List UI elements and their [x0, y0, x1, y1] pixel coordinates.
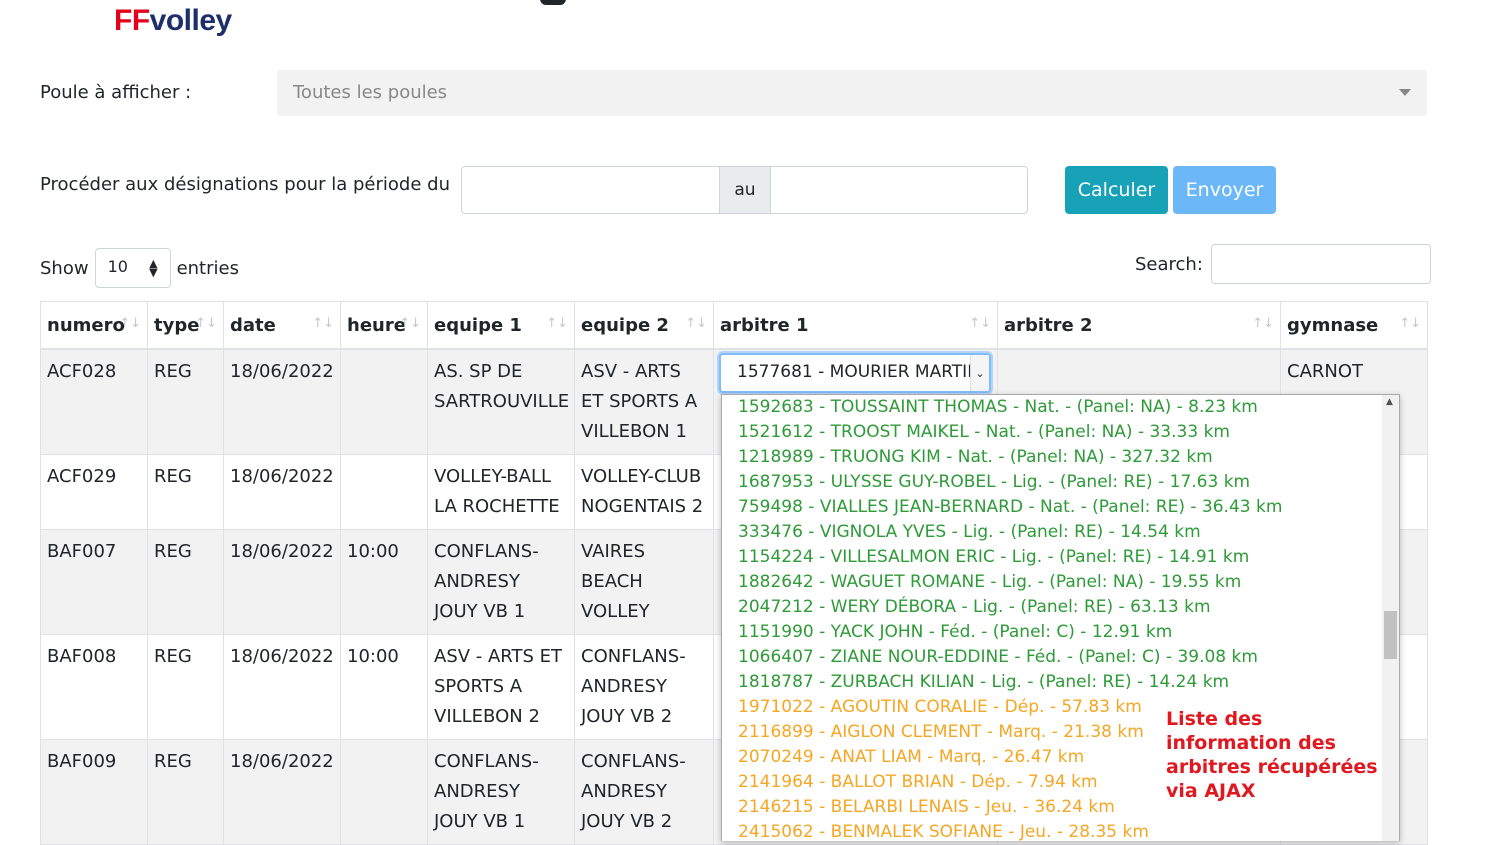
- col-header-equipe-1[interactable]: equipe 1 ↑↓: [427, 301, 575, 350]
- cell-date: 18/06/2022: [223, 634, 341, 740]
- period-input-group: au: [461, 166, 1028, 214]
- entries-select-value: 10: [107, 257, 128, 276]
- arbitre-option[interactable]: 1687953 - ULYSSE GUY-ROBEL - Lig. - (Pan…: [738, 470, 1250, 495]
- sort-icon: ↑↓: [1399, 316, 1421, 331]
- arbitre-1-select-value: 1577681 - MOURIER MARTIN: [737, 362, 980, 382]
- dropdown-scrollbar[interactable]: ▲: [1382, 395, 1399, 841]
- arbitre-option[interactable]: 1971022 - AGOUTIN CORALIE - Dép. - 57.83…: [738, 695, 1142, 720]
- poule-select-value: Toutes les poules: [293, 82, 448, 103]
- calculer-button[interactable]: Calculer: [1065, 166, 1168, 214]
- cell-equipe-2: CONFLANS-ANDRESY JOUY VB 2: [574, 634, 714, 740]
- cell-equipe-2: VOLLEY-CLUB NOGENTAIS 2: [574, 454, 714, 530]
- cell-heure: [340, 739, 428, 845]
- arbitre-option[interactable]: 1818787 - ZURBACH KILIAN - Lig. - (Panel…: [738, 670, 1229, 695]
- cell-type: REG: [147, 454, 224, 530]
- arbitre-option[interactable]: 1882642 - WAGUET ROMANE - Lig. - (Panel:…: [738, 570, 1241, 595]
- arbitre-option[interactable]: 333476 - VIGNOLA YVES - Lig. - (Panel: R…: [738, 520, 1201, 545]
- col-header-date[interactable]: date ↑↓: [223, 301, 341, 350]
- sort-icon: ↑↓: [1252, 316, 1274, 331]
- col-header-arbitre-1[interactable]: arbitre 1 ↑↓: [713, 301, 998, 350]
- arbitre-option[interactable]: 1151990 - YACK JOHN - Féd. - (Panel: C) …: [738, 620, 1172, 645]
- cell-type: REG: [147, 739, 224, 845]
- col-header-heure[interactable]: heure ↑↓: [340, 301, 428, 350]
- ajax-annotation: Liste des information des arbitres récup…: [1166, 708, 1378, 802]
- sort-icon: ↑↓: [312, 316, 334, 331]
- ffvolley-logo: FFvolley: [114, 4, 232, 37]
- entries-label: entries: [176, 257, 239, 279]
- cell-equipe-2: VAIRES BEACH VOLLEY: [574, 529, 714, 635]
- cell-equipe-2: CONFLANS-ANDRESY JOUY VB 2: [574, 739, 714, 845]
- envoyer-button[interactable]: Envoyer: [1173, 166, 1276, 214]
- arbitre-1-select[interactable]: 1577681 - MOURIER MARTIN ⌄: [719, 353, 991, 393]
- col-header-type[interactable]: type ↑↓: [147, 301, 224, 350]
- cell-numero: BAF007: [40, 529, 148, 635]
- period-label: Procéder aux désignations pour la périod…: [40, 174, 450, 195]
- caret-down-icon: [1399, 89, 1411, 96]
- search-control: Search:: [1135, 244, 1431, 284]
- length-control: Show 10 ▲ ▼ entries: [40, 248, 239, 288]
- arbitre-option[interactable]: 1521612 - TROOST MAIKEL - Nat. - (Panel:…: [738, 420, 1230, 445]
- cell-heure: 10:00: [340, 634, 428, 740]
- col-header-gymnase[interactable]: gymnase ↑↓: [1280, 301, 1428, 350]
- cell-date: 18/06/2022: [223, 739, 341, 845]
- cell-equipe-1: AS. SP DE SARTROUVILLE: [427, 348, 575, 455]
- cell-equipe-1: VOLLEY-BALL LA ROCHETTE: [427, 454, 575, 530]
- arbitre-option[interactable]: 2070249 - ANAT LIAM - Marq. - 26.47 km: [738, 745, 1084, 770]
- cell-type: REG: [147, 529, 224, 635]
- sort-icon: ↑↓: [399, 316, 421, 331]
- cell-heure: [340, 454, 428, 530]
- poule-select[interactable]: Toutes les poules: [277, 70, 1427, 116]
- search-input[interactable]: [1210, 244, 1431, 284]
- page-title-fragment: [540, 0, 580, 6]
- arbitre-option[interactable]: 2116899 - AIGLON CLEMENT - Marq. - 21.38…: [738, 720, 1144, 745]
- cell-equipe-1: CONFLANS-ANDRESY JOUY VB 1: [427, 739, 575, 845]
- cell-type: REG: [147, 634, 224, 740]
- entries-select[interactable]: 10 ▲ ▼: [94, 248, 171, 288]
- sort-icon: ↑↓: [546, 316, 568, 331]
- sort-icon: ↑↓: [969, 316, 991, 331]
- cell-numero: ACF029: [40, 454, 148, 530]
- cell-heure: [340, 348, 428, 455]
- sort-icon: ↑↓: [685, 316, 707, 331]
- col-header-numero[interactable]: numero ↑↓: [40, 301, 148, 350]
- sort-icon: ↑↓: [119, 316, 141, 331]
- chevron-down-icon: ⌄: [970, 355, 989, 391]
- cell-equipe-1: CONFLANS-ANDRESY JOUY VB 1: [427, 529, 575, 635]
- period-separator: au: [720, 167, 771, 213]
- arbitre-option[interactable]: 2141964 - BALLOT BRIAN - Dép. - 7.94 km: [738, 770, 1098, 795]
- cell-numero: BAF008: [40, 634, 148, 740]
- cell-type: REG: [147, 348, 224, 455]
- arbitre-dropdown-list[interactable]: 1592683 - TOUSSAINT THOMAS - Nat. - (Pan…: [721, 394, 1400, 841]
- period-end-input[interactable]: [771, 167, 1027, 213]
- cell-date: 18/06/2022: [223, 454, 341, 530]
- col-header-equipe-2[interactable]: equipe 2 ↑↓: [574, 301, 714, 350]
- arbitre-option[interactable]: 759498 - VIALLES JEAN-BERNARD - Nat. - (…: [738, 495, 1282, 520]
- arbitre-option[interactable]: 1066407 - ZIANE NOUR-EDDINE - Féd. - (Pa…: [738, 645, 1258, 670]
- arbitre-option[interactable]: 2146215 - BELARBI LENAIS - Jeu. - 36.24 …: [738, 795, 1115, 820]
- sort-icon: ↑↓: [195, 316, 217, 331]
- show-label: Show: [40, 257, 89, 279]
- cell-numero: BAF009: [40, 739, 148, 845]
- scroll-up-icon[interactable]: ▲: [1386, 397, 1393, 407]
- arbitre-option[interactable]: 2415062 - BENMALEK SOFIANE - Jeu. - 28.3…: [738, 820, 1149, 841]
- period-start-input[interactable]: [462, 167, 720, 213]
- arbitre-option[interactable]: 1592683 - TOUSSAINT THOMAS - Nat. - (Pan…: [738, 395, 1258, 420]
- cell-numero: ACF028: [40, 348, 148, 455]
- updown-icon: ▲ ▼: [149, 257, 158, 279]
- search-label: Search:: [1135, 253, 1203, 275]
- cell-heure: 10:00: [340, 529, 428, 635]
- cell-equipe-1: ASV - ARTS ET SPORTS A VILLEBON 2: [427, 634, 575, 740]
- cell-date: 18/06/2022: [223, 348, 341, 455]
- arbitre-option[interactable]: 1218989 - TRUONG KIM - Nat. - (Panel: NA…: [738, 445, 1213, 470]
- scrollbar-thumb[interactable]: [1384, 611, 1397, 659]
- arbitre-option[interactable]: 2047212 - WERY DÉBORA - Lig. - (Panel: R…: [738, 595, 1211, 620]
- arbitre-option[interactable]: 1154224 - VILLESALMON ERIC - Lig. - (Pan…: [738, 545, 1249, 570]
- cell-equipe-2: ASV - ARTS ET SPORTS A VILLEBON 1: [574, 348, 714, 455]
- cell-date: 18/06/2022: [223, 529, 341, 635]
- poule-label: Poule à afficher :: [40, 82, 192, 103]
- col-header-arbitre-2[interactable]: arbitre 2 ↑↓: [997, 301, 1281, 350]
